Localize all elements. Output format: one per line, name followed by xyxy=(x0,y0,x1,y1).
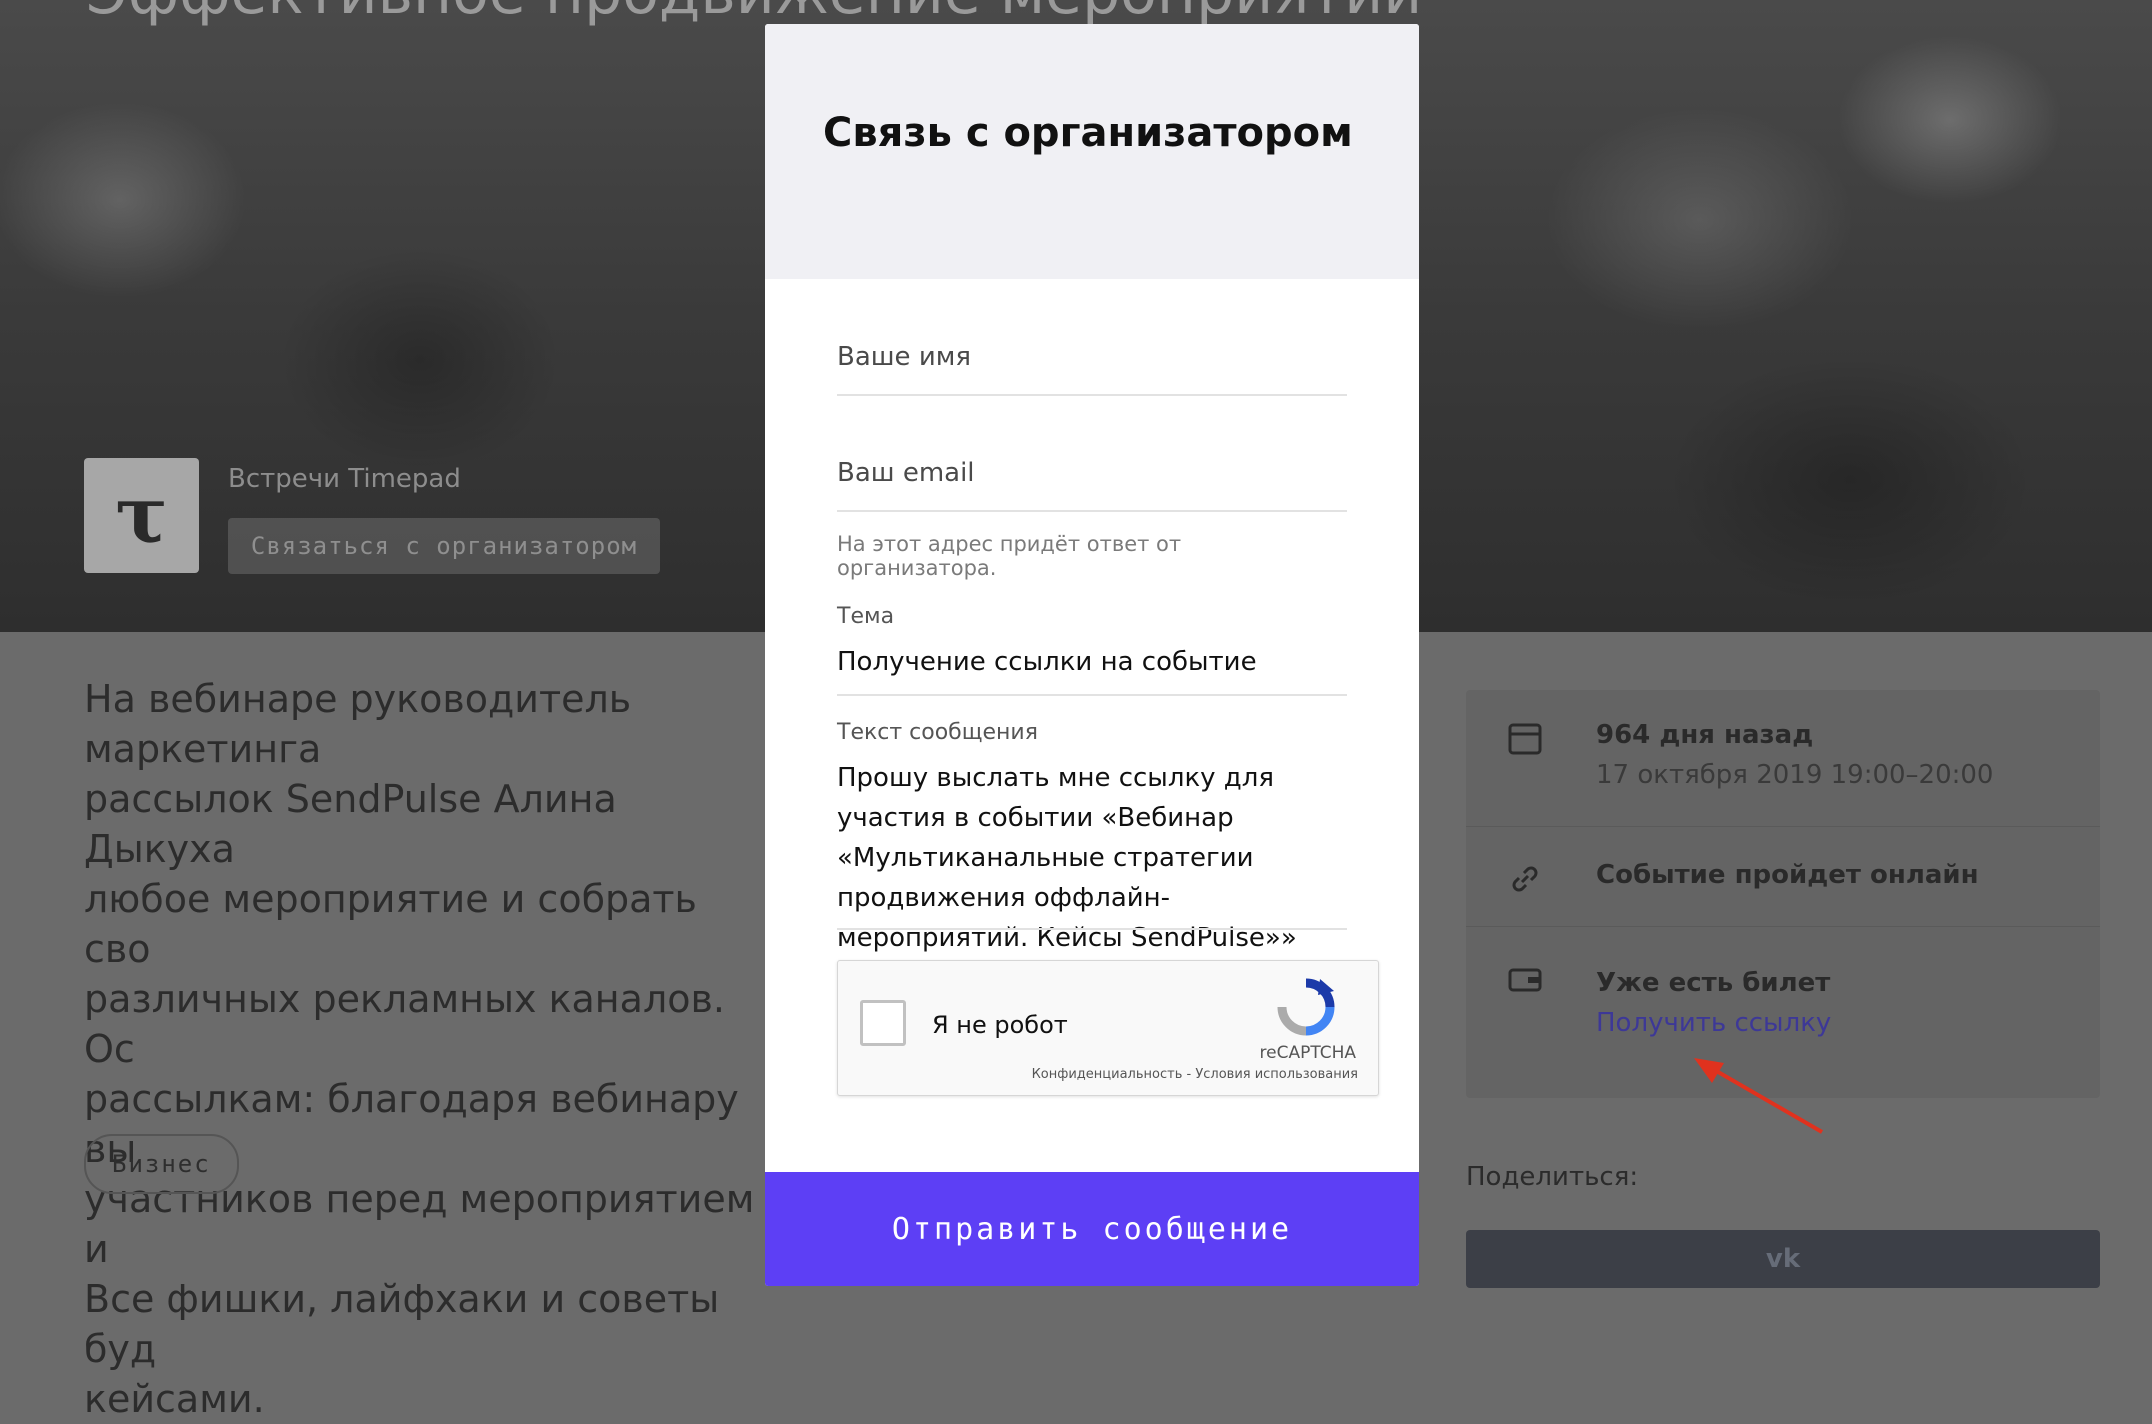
modal-header: Связь с организатором xyxy=(765,24,1419,279)
ticket-icon xyxy=(1508,968,1542,992)
organizer-name[interactable]: Встречи Timepad xyxy=(228,464,461,494)
share-vk-button[interactable]: vk xyxy=(1466,1230,2100,1288)
category-tag[interactable]: Бизнес xyxy=(84,1134,239,1194)
vk-icon: vk xyxy=(1765,1244,1801,1274)
recaptcha-label: Я не робот xyxy=(932,1011,1068,1039)
calendar-icon xyxy=(1508,723,1542,755)
modal-title: Связь с организатором xyxy=(823,110,1353,156)
recaptcha-links[interactable]: Конфиденциальность - Условия использован… xyxy=(1032,1067,1358,1082)
topic-label: Тема xyxy=(837,604,895,629)
online-label: Событие пройдет онлайн xyxy=(1596,860,1979,890)
email-placeholder: Ваш email xyxy=(837,458,975,488)
share-label: Поделиться: xyxy=(1466,1162,1639,1192)
divider xyxy=(1466,826,2100,827)
message-underline xyxy=(837,928,1347,930)
name-placeholder: Ваше имя xyxy=(837,342,971,372)
date-relative: 964 дня назад xyxy=(1596,720,1814,750)
recaptcha-widget: Я не робот reCAPTCHA Конфиденциальность … xyxy=(837,960,1379,1096)
organizer-logo: τ xyxy=(84,458,199,573)
send-message-button[interactable]: Отправить сообщение xyxy=(765,1172,1419,1286)
recaptcha-logo-icon xyxy=(1277,978,1335,1036)
message-label: Текст сообщения xyxy=(837,720,1038,745)
divider xyxy=(1466,926,2100,927)
name-input[interactable]: Ваше имя xyxy=(837,342,1347,372)
email-underline xyxy=(837,510,1347,512)
date-exact: 17 октября 2019 19:00–20:00 xyxy=(1596,760,1994,790)
email-hint: На этот адрес придёт ответ от организато… xyxy=(837,532,1182,580)
date-row: 964 дня назад 17 октября 2019 19:00–20:0… xyxy=(1506,720,2060,790)
ticket-title: Уже есть билет xyxy=(1596,968,1831,998)
get-link-link[interactable]: Получить ссылку xyxy=(1596,1008,1831,1038)
contact-organizer-button[interactable]: Связаться с организатором xyxy=(228,518,660,574)
recaptcha-brand: reCAPTCHA xyxy=(1259,1043,1357,1063)
event-info-card: 964 дня назад 17 октября 2019 19:00–20:0… xyxy=(1466,690,2100,1098)
recaptcha-checkbox[interactable] xyxy=(860,1000,906,1046)
annotation-arrow-icon xyxy=(1694,1058,1824,1134)
contact-organizer-modal: Связь с организатором Ваше имя Ваш email… xyxy=(765,24,1419,1286)
topic-underline xyxy=(837,694,1347,696)
name-underline xyxy=(837,394,1347,396)
ticket-row: Уже есть билет Получить ссылку xyxy=(1506,962,2060,1038)
email-input[interactable]: Ваш email xyxy=(837,458,1347,488)
event-description: На вебинаре руководитель маркетинга расс… xyxy=(84,677,755,1421)
topic-input[interactable]: Получение ссылки на событие xyxy=(837,642,1347,682)
online-row: Событие пройдет онлайн xyxy=(1506,860,2060,898)
link-icon xyxy=(1512,866,1538,892)
